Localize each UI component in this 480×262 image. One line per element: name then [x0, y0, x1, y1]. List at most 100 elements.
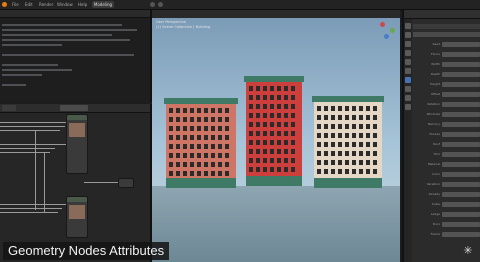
modifier-icon[interactable]	[405, 77, 411, 83]
code-line	[2, 74, 42, 76]
property-field[interactable]	[442, 162, 480, 167]
menu-window[interactable]: Window	[54, 1, 76, 8]
property-row[interactable]: Balcony	[414, 122, 480, 127]
building-window	[324, 124, 328, 129]
material-icon[interactable]	[405, 104, 411, 110]
property-field[interactable]	[442, 122, 480, 127]
property-row[interactable]: Facade	[414, 132, 480, 137]
building-window	[190, 108, 194, 113]
code-line	[2, 69, 72, 71]
property-field[interactable]	[442, 82, 480, 87]
3d-viewport[interactable]: User Perspective (1) Scene Collection | …	[152, 10, 400, 262]
building-window	[270, 140, 274, 145]
property-row[interactable]: Density	[414, 192, 480, 197]
property-field[interactable]	[442, 192, 480, 197]
property-row[interactable]: Ledge	[414, 212, 480, 217]
building-window	[366, 124, 370, 129]
property-field[interactable]	[442, 182, 480, 187]
property-field[interactable]	[442, 62, 480, 67]
world-icon[interactable]	[405, 59, 411, 65]
property-row[interactable]: Rotation	[414, 102, 480, 107]
property-row[interactable]: Color	[414, 172, 480, 177]
property-field[interactable]	[442, 202, 480, 207]
workspace-tab[interactable]: Modeling	[92, 1, 114, 8]
view-layer-icon[interactable]	[158, 2, 163, 7]
building-window	[169, 108, 173, 113]
building-window	[249, 86, 253, 91]
building-window	[225, 144, 229, 149]
building-window	[345, 169, 349, 174]
node-header	[67, 197, 87, 202]
property-field[interactable]	[442, 152, 480, 157]
property-row[interactable]: Door	[414, 222, 480, 227]
property-field[interactable]	[442, 42, 480, 47]
property-row[interactable]: Seed	[414, 42, 480, 47]
object-icon[interactable]	[405, 68, 411, 74]
property-field[interactable]	[442, 52, 480, 57]
particles-icon[interactable]	[405, 86, 411, 92]
properties-panel[interactable]: Seed Floors Width Depth Height Offset Rotation…	[402, 10, 480, 262]
property-row[interactable]: Roof	[414, 142, 480, 147]
building-window	[284, 113, 288, 118]
building-window	[277, 122, 281, 127]
property-field[interactable]	[442, 112, 480, 117]
property-row[interactable]: Height	[414, 82, 480, 87]
scene-icon[interactable]	[405, 50, 411, 56]
text-editor[interactable]	[0, 10, 152, 102]
building-window	[249, 131, 253, 136]
building-window	[373, 160, 377, 165]
property-field[interactable]	[442, 102, 480, 107]
property-row[interactable]: Floors	[414, 52, 480, 57]
render-icon[interactable]	[405, 32, 411, 38]
property-label: Height	[430, 82, 440, 86]
property-field[interactable]	[442, 172, 480, 177]
property-field[interactable]	[442, 92, 480, 97]
node-link	[44, 152, 45, 212]
property-field[interactable]	[442, 212, 480, 217]
tool-icon[interactable]	[405, 23, 411, 29]
output-node[interactable]	[118, 178, 134, 188]
output-icon[interactable]	[405, 41, 411, 47]
building-window	[183, 153, 187, 158]
property-field[interactable]	[442, 72, 480, 77]
building-window	[291, 140, 295, 145]
building-window	[331, 115, 335, 120]
physics-icon[interactable]	[405, 95, 411, 101]
property-field[interactable]	[442, 142, 480, 147]
building-window	[204, 171, 208, 176]
node-tree-tab[interactable]	[60, 105, 88, 111]
scene-icon[interactable]	[150, 2, 155, 7]
building-window	[256, 86, 260, 91]
gizmo-x-icon[interactable]	[380, 22, 385, 27]
gizmo-y-icon[interactable]	[390, 28, 395, 33]
menu-file[interactable]: File	[9, 1, 22, 8]
property-row[interactable]: Offset	[414, 92, 480, 97]
menu-edit[interactable]: Edit	[22, 1, 36, 8]
property-field[interactable]	[442, 232, 480, 237]
property-label: Balcony	[428, 122, 440, 126]
blender-logo-icon[interactable]	[2, 2, 7, 7]
menu-help[interactable]: Help	[75, 1, 90, 8]
property-row[interactable]: Material	[414, 162, 480, 167]
property-row[interactable]: Variation	[414, 182, 480, 187]
property-field[interactable]	[442, 222, 480, 227]
building-window	[277, 158, 281, 163]
editor-type-button[interactable]	[2, 105, 16, 111]
property-row[interactable]: Trim	[414, 152, 480, 157]
node[interactable]	[66, 114, 88, 174]
property-row[interactable]: Width	[414, 62, 480, 67]
building-window	[176, 171, 180, 176]
node[interactable]	[66, 196, 88, 238]
building-window	[284, 131, 288, 136]
geometry-node-editor[interactable]	[0, 104, 152, 262]
property-row[interactable]: Depth	[414, 72, 480, 77]
property-field[interactable]	[442, 132, 480, 137]
property-row[interactable]: Windows	[414, 112, 480, 117]
property-row[interactable]: Frame	[414, 232, 480, 237]
building-window	[277, 95, 281, 100]
geometry-nodes-modifier[interactable]	[413, 32, 480, 37]
modifier-header[interactable]	[413, 24, 480, 29]
building-window	[211, 144, 215, 149]
gizmo-z-icon[interactable]	[384, 34, 389, 39]
property-row[interactable]: Scale	[414, 202, 480, 207]
